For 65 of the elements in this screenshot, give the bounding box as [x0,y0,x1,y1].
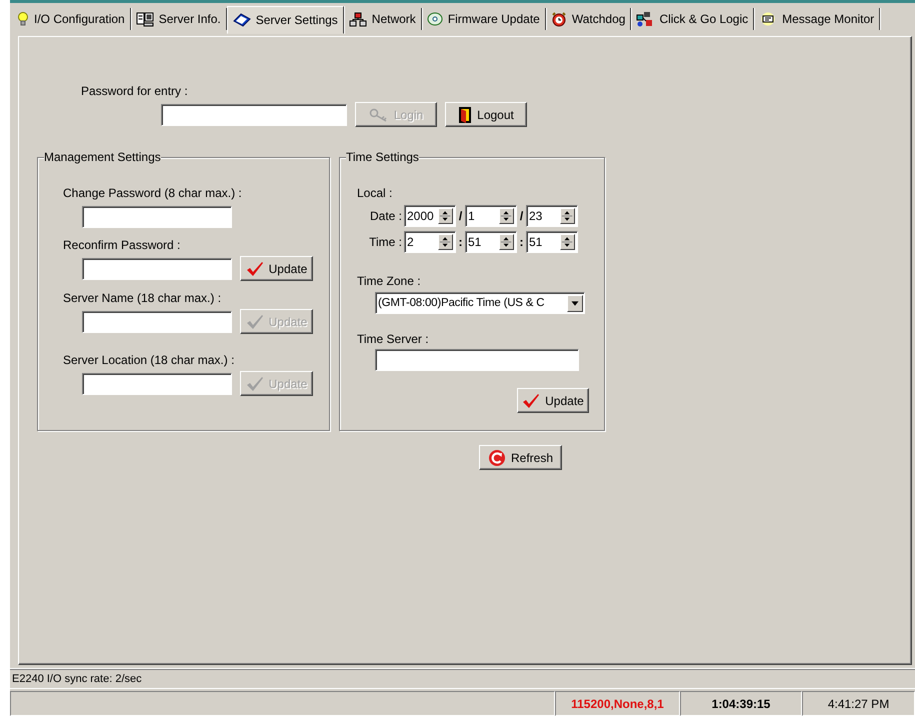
group-title: Management Settings [44,150,161,164]
note-icon [759,12,778,26]
password-field[interactable] [161,104,347,126]
field-label: Time Server : [357,332,429,346]
check-icon [246,260,264,276]
refresh-button[interactable]: Refresh [479,445,562,470]
separator: : [458,235,464,249]
spin-arrows-icon[interactable] [560,234,575,250]
spin-arrows-icon[interactable] [438,234,453,250]
field-label: Change Password (8 char max.) : [63,186,242,200]
field-label: Date : [368,209,402,223]
field-label: Local : [357,186,392,200]
group-title: Time Settings [346,150,419,164]
tab[interactable]: Click & Go Logic [631,8,754,30]
field-label: Password for entry : [81,84,188,98]
text-field[interactable] [82,258,232,280]
time-zone-dropdown[interactable]: (GMT-08:00)Pacific Time (US & C [375,292,585,314]
check-icon [246,376,264,392]
text-field[interactable] [82,310,232,332]
spin-arrows-icon[interactable] [560,208,575,224]
alarm-clock-icon [550,12,567,26]
elapsed-time: 1:04:39:15 [680,691,802,716]
separator: / [518,209,524,223]
door-icon [458,106,472,124]
spin-field[interactable]: 1 [465,205,517,227]
light-bulb-icon [17,12,29,26]
tab[interactable]: Server Settings [226,6,344,34]
spin-field[interactable]: 23 [526,205,578,227]
network-icon [348,12,367,26]
separator: / [458,209,464,223]
update-button[interactable]: Update [240,256,313,281]
spin-arrows-icon[interactable] [438,208,453,224]
update-button[interactable]: Update [517,388,589,413]
spin-arrows-icon[interactable] [499,234,514,250]
time-server-field[interactable] [375,349,579,371]
field-label: Time : [368,235,402,249]
spin-field[interactable]: 51 [526,231,578,253]
disc-icon [426,12,443,26]
spin-field[interactable]: 2000 [404,205,456,227]
tab[interactable]: Watchdog [546,8,632,30]
field-label: Server Location (18 char max.) : [63,353,234,367]
tab[interactable]: Message Monitor [754,8,880,30]
tab[interactable]: Network [344,8,422,30]
spin-field[interactable]: 51 [465,231,517,253]
status-text: E2240 I/O sync rate: 2/sec [10,669,915,690]
check-icon [522,392,540,408]
spin-arrows-icon[interactable] [499,208,514,224]
field-label: Time Zone : [357,274,421,288]
blocks-icon [636,11,654,27]
text-field[interactable] [82,372,232,394]
check-icon [246,314,264,330]
tab[interactable]: I/O Configuration [12,8,131,30]
clock-time: 4:41:27 PM [802,691,915,716]
spin-field[interactable]: 2 [404,231,456,253]
refresh-icon [488,448,506,466]
computer-icon [136,12,154,26]
separator: : [518,235,524,249]
field-label: Reconfirm Password : [63,238,180,252]
tab[interactable]: Server Info. [130,8,227,30]
key-icon [368,108,389,122]
connection-settings: 115200,None,8,1 [555,691,680,716]
logout-button[interactable]: Logout [445,102,527,127]
text-field[interactable] [82,206,232,228]
tab[interactable]: Firmware Update [422,8,546,30]
field-label: Server Name (18 char max.) : [63,291,222,305]
